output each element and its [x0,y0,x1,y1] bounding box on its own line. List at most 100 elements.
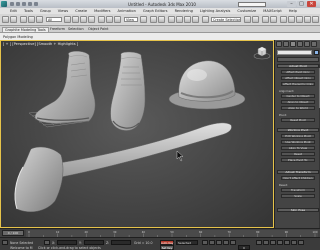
window-crossing-icon[interactable] [88,16,95,23]
zoom-all-icon[interactable] [263,240,269,245]
selection-filter-dropdown[interactable]: All [46,17,62,22]
reset-scale-button[interactable]: Scale [281,194,315,198]
reference-coordinate-dropdown[interactable]: View [124,17,138,22]
align-to-object-button[interactable]: Align to Object [281,100,315,104]
dont-affect-children-button[interactable]: Don't Affect Children [281,176,315,180]
align-icon[interactable] [252,16,259,23]
z-coordinate-field[interactable] [111,240,131,245]
perspective-viewport[interactable]: [ + ] [Perspective] [Smooth + Highlights… [0,40,274,228]
render-teapot-icon[interactable] [312,16,319,23]
orbit-icon[interactable] [291,240,297,245]
zoom-extents-icon[interactable] [270,240,276,245]
undo-scene-icon[interactable] [2,16,9,23]
align-to-world-button[interactable]: Align to World [281,106,315,110]
hierarchy-tab-icon[interactable] [290,41,296,47]
previous-frame-icon[interactable] [209,240,215,245]
edit-working-pivot-button[interactable]: Edit Working Pivot [281,134,315,138]
object-name-field[interactable] [277,50,312,55]
named-selection-dropdown[interactable]: Create Selection Set [211,17,241,22]
bind-space-warp-icon[interactable] [36,16,43,23]
go-to-start-icon[interactable] [202,240,208,245]
select-object-icon[interactable] [64,16,71,23]
viewcube-icon[interactable] [253,43,271,61]
ribbon-panel-label[interactable]: Polygon Modeling [3,35,33,39]
menu-edit[interactable]: Edit [10,9,17,13]
create-tab-icon[interactable] [276,41,282,47]
maximize-viewport-icon[interactable] [298,240,304,245]
schematic-view-icon[interactable] [288,16,295,23]
pan-view-icon[interactable] [284,240,290,245]
key-filter-dropdown[interactable]: Selected [176,240,198,245]
select-rotate-icon[interactable] [106,16,113,23]
maxscript-listener-icon[interactable] [2,240,8,245]
angle-snap-icon[interactable] [176,16,183,23]
curve-editor-icon[interactable] [280,16,287,23]
zoom-icon[interactable] [256,240,262,245]
reset-working-pivot-button[interactable]: Reset [281,152,315,156]
timeline-track[interactable]: 0 10 20 30 40 50 60 70 80 90 100 [26,230,318,237]
keyboard-shortcut-override-icon[interactable] [158,16,165,23]
app-logo-icon[interactable] [1,1,7,7]
maximize-button[interactable]: □ [297,1,306,7]
place-pivot-to-button[interactable]: Place Pivot To: [281,158,315,162]
close-button[interactable]: ✕ [307,1,316,7]
menu-maxscript[interactable]: MAXScript [263,9,281,13]
unlink-icon[interactable] [28,16,35,23]
current-frame-field[interactable]: 0 [238,245,250,250]
graphite-toggle-icon[interactable] [270,16,277,23]
select-move-icon[interactable] [98,16,105,23]
time-slider[interactable]: 0 / 100 [2,230,24,236]
modify-tab-icon[interactable] [283,41,289,47]
rollout-working-pivot[interactable]: Working Pivot [277,128,319,132]
redo-icon[interactable] [34,2,38,6]
menu-create[interactable]: Create [75,9,87,13]
pivot-center-icon[interactable] [140,16,147,23]
affect-hierarchy-only-button[interactable]: Affect Hierarchy Only [281,82,315,86]
percent-snap-icon[interactable] [184,16,191,23]
x-coordinate-field[interactable] [57,240,77,245]
redo-scene-icon[interactable] [10,16,17,23]
affect-pivot-only-button[interactable]: Affect Pivot Only [281,70,315,74]
select-manipulate-icon[interactable] [150,16,157,23]
menu-lighting-analysis[interactable]: Lighting Analysis [200,9,230,13]
affect-object-only-button[interactable]: Affect Object Only [281,76,315,80]
center-to-object-button[interactable]: Center to Object [281,94,315,98]
menu-customize[interactable]: Customize [237,9,256,13]
select-by-name-icon[interactable] [72,16,79,23]
new-file-icon[interactable] [10,2,14,6]
material-editor-icon[interactable] [296,16,303,23]
menu-modifiers[interactable]: Modifiers [94,9,110,13]
motion-tab-icon[interactable] [297,41,303,47]
set-key-button[interactable]: Set Key [160,245,174,250]
menu-help[interactable]: Help [289,9,297,13]
use-working-pivot-button[interactable]: Use Working Pivot [281,140,315,144]
layer-manager-icon[interactable] [262,16,269,23]
rollout-adjust-transform[interactable]: Adjust Transform [277,170,319,174]
object-color-swatch[interactable] [314,50,319,55]
menu-rendering[interactable]: Rendering [175,9,193,13]
lock-selection-icon[interactable] [44,240,50,245]
open-file-icon[interactable] [16,2,20,6]
display-tab-icon[interactable] [304,41,310,47]
rollout-adjust-pivot[interactable]: Adjust Pivot [277,64,319,68]
menu-tools[interactable]: Tools [24,9,33,13]
y-coordinate-field[interactable] [84,240,104,245]
render-setup-icon[interactable] [304,16,311,23]
edit-named-selection-icon[interactable] [202,16,209,23]
undo-icon[interactable] [28,2,32,6]
menu-animation[interactable]: Animation [118,9,136,13]
pivot-mode-buttons[interactable] [277,57,319,62]
field-of-view-icon[interactable] [277,240,283,245]
next-frame-icon[interactable] [223,240,229,245]
menu-views[interactable]: Views [58,9,68,13]
align-to-view-button[interactable]: Align To View [281,146,315,150]
minimize-button[interactable]: – [287,1,296,7]
select-link-icon[interactable] [20,16,27,23]
rollout-skin-pose[interactable]: Skin Pose [277,208,319,212]
reset-transform-button[interactable]: Transform [281,188,315,192]
menu-group[interactable]: Group [40,9,51,13]
reset-pivot-button[interactable]: Reset Pivot [281,118,315,122]
menu-graph-editors[interactable]: Graph Editors [143,9,168,13]
play-icon[interactable] [216,240,222,245]
rectangular-selection-icon[interactable] [80,16,87,23]
